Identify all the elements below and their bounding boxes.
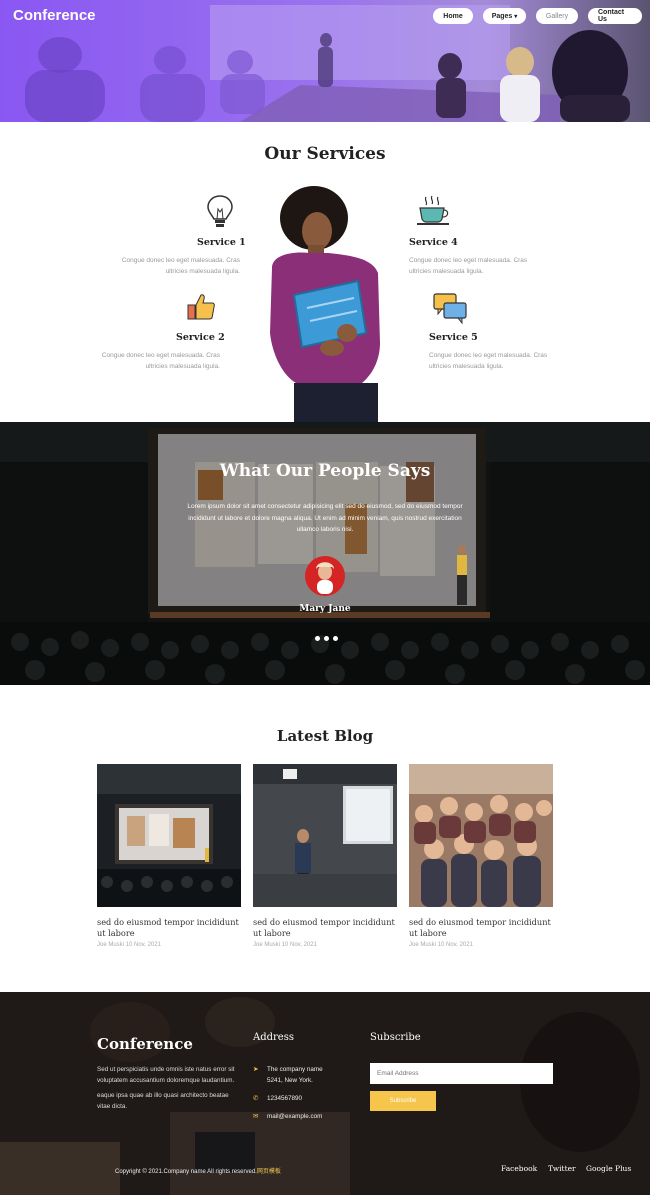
blog-post-title-2[interactable]: sed do eiusmod tempor incididunt ut labo… [253, 917, 397, 938]
address-text: The company name 5241, New York. [267, 1064, 323, 1086]
footer: Conference Sed ut perspiciatis unde omni… [0, 992, 650, 1195]
blog-image-2[interactable] [253, 764, 397, 907]
copyright-text: Copyright © 2021.Company name All rights… [115, 1169, 257, 1175]
carousel-dot-2[interactable] [324, 636, 329, 641]
nav-home-label: Home [443, 12, 463, 20]
nav-pages-label: Pages [491, 12, 513, 20]
carousel-dot-3[interactable] [333, 636, 338, 641]
hero-banner: Conference Home Pages ▾ Gallery Contact … [0, 0, 650, 122]
blog-post-title-3[interactable]: sed do eiusmod tempor incididunt ut labo… [409, 917, 553, 938]
testimonial-title: What Our People Says [219, 461, 431, 481]
service-1-title: Service 1 [197, 237, 246, 248]
phone-number[interactable]: 1234567890 [267, 1093, 302, 1104]
nav-gallery-label: Gallery [545, 12, 569, 20]
footer-subscribe-heading: Subscribe [370, 1032, 421, 1043]
envelope-icon: ✉ [253, 1113, 259, 1120]
person-with-tablet-image [270, 186, 380, 423]
footer-about: Sed ut perspiciatis unde omnis iste natu… [97, 1065, 242, 1112]
phone-icon: ✆ [253, 1095, 259, 1102]
nav-contact-label: Contact Us [598, 9, 625, 23]
avatar [305, 556, 345, 596]
subscribe-button[interactable]: Subscribe [370, 1091, 436, 1111]
footer-address-heading: Address [253, 1032, 294, 1043]
service-4-desc: Congue donec leo eget malesuada. Cras ul… [409, 257, 528, 275]
location-arrow-icon: ➤ [253, 1066, 259, 1073]
blog-title: Latest Blog [276, 727, 374, 745]
footer-brand[interactable]: Conference [97, 1035, 193, 1053]
service-1-desc: Congue donec leo eget malesuada. Cras ul… [121, 257, 240, 275]
subscribe-email-input[interactable] [370, 1063, 553, 1084]
testimonial-section: What Our People Says Lorem ipsum dolor s… [0, 422, 650, 685]
social-link-twitter[interactable]: Twitter [548, 1164, 576, 1173]
blog-card-3[interactable]: sed do eiusmod tempor incididunt ut labo… [409, 764, 553, 948]
brand-logo[interactable]: Conference [13, 7, 96, 24]
blog-post-title-1[interactable]: sed do eiusmod tempor incididunt ut labo… [97, 917, 241, 938]
testimonial-author: Mary Jane [299, 604, 351, 614]
copyright-link[interactable]: 网页模板 [257, 1169, 281, 1175]
main-nav: Home Pages ▾ Gallery Contact Us [433, 8, 642, 24]
service-5-title: Service 5 [429, 332, 478, 343]
social-link-google-plus[interactable]: Google Plus [586, 1164, 631, 1173]
footer-about-text-1: Sed ut perspiciatis unde omnis iste natu… [97, 1066, 235, 1084]
service-2-title: Service 2 [176, 332, 225, 343]
footer-about-text-2: eaque ipsa quae ab illo quasi architecto… [97, 1092, 229, 1110]
chat-bubbles-icon [433, 293, 467, 324]
nav-home-button[interactable]: Home [433, 8, 473, 24]
blog-card-1[interactable]: sed do eiusmod tempor incididunt ut labo… [97, 764, 241, 948]
nav-pages-dropdown[interactable]: Pages ▾ [483, 8, 526, 24]
email-link[interactable]: mail@example.com [267, 1111, 322, 1122]
blog-image-3[interactable] [409, 764, 553, 907]
testimonial-quote: Lorem ipsum dolor sit amet consectetur a… [187, 503, 463, 533]
blog-card-2[interactable]: sed do eiusmod tempor incididunt ut labo… [253, 764, 397, 948]
service-2-desc: Congue donec leo eget malesuada. Cras ul… [101, 352, 220, 370]
nav-gallery-button[interactable]: Gallery [536, 8, 578, 24]
address-line-2: 5241, New York. [267, 1077, 313, 1084]
carousel-indicators [315, 636, 338, 641]
coffee-cup-icon [417, 195, 449, 225]
footer-address: ➤ The company name 5241, New York. ✆ 123… [253, 1064, 323, 1129]
services-title: Our Services [264, 144, 386, 164]
blog-post-meta-1: Joe Muski 10 Nov, 2021 [97, 942, 161, 948]
carousel-dot-1[interactable] [315, 636, 320, 641]
address-line-1: The company name [267, 1066, 323, 1073]
thumbs-up-icon [187, 294, 215, 320]
blog-post-meta-3: Joe Muski 10 Nov, 2021 [409, 942, 473, 948]
social-link-facebook[interactable]: Facebook [501, 1164, 537, 1173]
blog-image-1[interactable] [97, 764, 241, 907]
blog-post-meta-2: Joe Muski 10 Nov, 2021 [253, 942, 317, 948]
nav-contact-button[interactable]: Contact Us [588, 8, 642, 24]
copyright: Copyright © 2021.Company name All rights… [115, 1166, 281, 1175]
service-4-title: Service 4 [409, 237, 458, 248]
lightbulb-icon [207, 195, 233, 227]
service-5-desc: Congue donec leo eget malesuada. Cras ul… [429, 352, 548, 370]
chevron-down-icon: ▾ [514, 13, 518, 20]
